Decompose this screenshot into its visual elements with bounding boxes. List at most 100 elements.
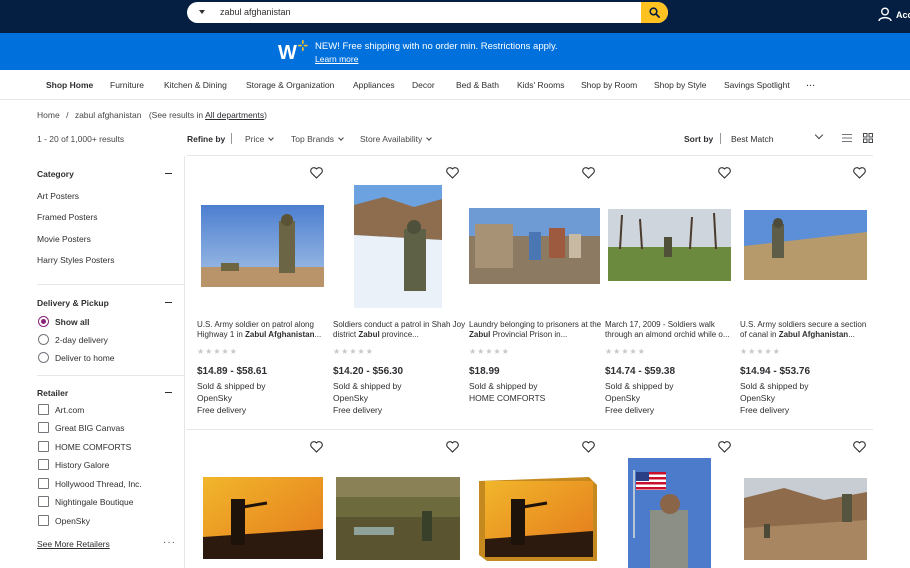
sidebar-divider [37,375,184,376]
nav-savings-spotlight[interactable]: Savings Spotlight [724,80,790,90]
product-image[interactable] [628,458,711,568]
sort-select[interactable]: Best Match [731,134,774,144]
product-card[interactable] [333,441,469,568]
radio-show-all[interactable] [38,316,49,327]
radio-2-day-delivery[interactable] [38,334,49,345]
see-more-retailers-link[interactable]: See More Retailers [37,539,110,549]
checkbox-nightingale-boutique[interactable] [38,496,49,507]
product-image[interactable] [608,209,731,281]
checkbox-home-comforts[interactable] [38,441,49,452]
product-image[interactable] [201,205,324,287]
sort-chevron-down-icon[interactable] [814,130,824,140]
favorite-heart-icon[interactable] [718,441,731,453]
favorite-heart-icon[interactable] [446,441,459,453]
product-title[interactable]: U.S. Army soldiers secure a section of c… [740,320,874,340]
product-card[interactable] [605,441,741,568]
more-options-icon[interactable]: ··· [163,537,176,548]
product-image[interactable] [744,210,867,280]
retailer-hollywood-thread[interactable]: Hollywood Thread, Inc. [55,479,142,489]
product-image[interactable] [354,185,442,308]
collapse-retailer-icon[interactable] [165,392,172,393]
favorite-heart-icon[interactable] [853,441,866,453]
product-card[interactable] [197,441,333,568]
seller-name: HOME COMFORTS [469,393,546,403]
favorite-heart-icon[interactable] [582,441,595,453]
chevron-down-icon [268,135,275,141]
account-icon[interactable] [878,7,892,22]
department-dropdown-icon[interactable] [199,10,205,14]
collapse-delivery-icon[interactable] [165,302,172,303]
search-button[interactable] [641,2,668,23]
collapse-category-icon[interactable] [165,173,172,174]
category-movie-posters[interactable]: Movie Posters [37,234,91,244]
nav-shop-by-room[interactable]: Shop by Room [581,80,637,90]
checkbox-great-big-canvas[interactable] [38,422,49,433]
nav-kitchen-dining[interactable]: Kitchen & Dining [164,80,227,90]
product-card[interactable] [469,441,605,568]
filter-price[interactable]: Price [245,134,275,144]
product-title[interactable]: Laundry belonging to prisoners at the Za… [469,320,603,340]
nav-bed-bath[interactable]: Bed & Bath [456,80,499,90]
radio-deliver-to-home[interactable] [38,352,49,363]
nav-furniture[interactable]: Furniture [110,80,144,90]
retailer-nightingale-boutique[interactable]: Nightingale Boutique [55,497,133,507]
product-image[interactable] [479,477,597,561]
search-input[interactable]: zabul afghanistan [220,7,291,17]
retailer-home-comforts[interactable]: HOME COMFORTS [55,442,131,452]
grid-view-icon[interactable] [863,133,873,143]
product-image[interactable] [336,477,460,560]
filter-top-brands[interactable]: Top Brands [291,134,344,144]
checkbox-hollywood-thread[interactable] [38,478,49,489]
nav-shop-by-style[interactable]: Shop by Style [654,80,706,90]
product-card[interactable]: March 17, 2009 - Soldiers walk through a… [605,167,741,417]
all-departments-link[interactable]: All departments [205,110,264,120]
delivery-section-title[interactable]: Delivery & Pickup [37,298,109,308]
nav-kids-rooms[interactable]: Kids' Rooms [517,80,564,90]
product-card[interactable]: Laundry belonging to prisoners at the Za… [469,167,605,417]
category-harry-styles-posters[interactable]: Harry Styles Posters [37,255,114,265]
delivery-show-all[interactable]: Show all [55,317,89,327]
product-title[interactable]: March 17, 2009 - Soldiers walk through a… [605,320,739,340]
product-card[interactable]: U.S. Army soldier on patrol along Highwa… [197,167,333,417]
list-view-icon[interactable] [842,133,852,143]
retailer-great-big-canvas[interactable]: Great BIG Canvas [55,423,124,433]
delivery-to-home[interactable]: Deliver to home [55,353,115,363]
favorite-heart-icon[interactable] [310,167,323,179]
account-label[interactable]: Account [896,10,910,20]
delivery-info: Free delivery [197,405,247,415]
favorite-heart-icon[interactable] [582,167,595,179]
retailer-history-galore[interactable]: History Galore [55,460,109,470]
retailer-art-com[interactable]: Art.com [55,405,84,415]
category-section-title[interactable]: Category [37,169,74,179]
product-image[interactable] [203,477,323,559]
retailer-opensky[interactable]: OpenSky [55,516,90,526]
search-bar[interactable]: zabul afghanistan [187,2,668,23]
category-art-posters[interactable]: Art Posters [37,191,79,201]
refine-divider [231,133,232,144]
favorite-heart-icon[interactable] [310,441,323,453]
product-card[interactable] [740,441,876,568]
category-framed-posters[interactable]: Framed Posters [37,212,97,222]
checkbox-opensky[interactable] [38,515,49,526]
product-image[interactable] [469,208,600,284]
favorite-heart-icon[interactable] [853,167,866,179]
filter-store-availability[interactable]: Store Availability [360,134,433,144]
banner-learn-more-link[interactable]: Learn more [315,54,358,64]
delivery-2-day[interactable]: 2-day delivery [55,335,108,345]
nav-storage-organization[interactable]: Storage & Organization [246,80,334,90]
product-title[interactable]: Soldiers conduct a patrol in Shah Joy di… [333,320,467,340]
nav-more[interactable]: ... [806,77,815,89]
checkbox-art-com[interactable] [38,404,49,415]
product-title[interactable]: U.S. Army soldier on patrol along Highwa… [197,320,331,340]
product-card[interactable]: U.S. Army soldiers secure a section of c… [740,167,876,417]
breadcrumb-home[interactable]: Home [37,110,60,120]
favorite-heart-icon[interactable] [718,167,731,179]
nav-shop-home[interactable]: Shop Home [46,80,93,90]
checkbox-history-galore[interactable] [38,459,49,470]
product-card[interactable]: Soldiers conduct a patrol in Shah Joy di… [333,167,469,417]
nav-appliances[interactable]: Appliances [353,80,395,90]
product-image[interactable] [744,478,867,560]
retailer-section-title[interactable]: Retailer [37,388,68,398]
nav-decor[interactable]: Decor [412,80,435,90]
favorite-heart-icon[interactable] [446,167,459,179]
